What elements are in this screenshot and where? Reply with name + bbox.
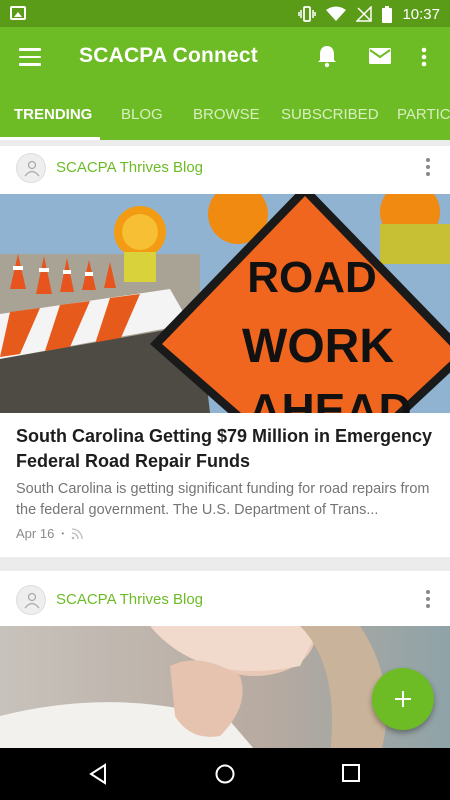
post-source[interactable]: SCACPA Thrives Blog [56, 159, 203, 176]
avatar[interactable] [16, 153, 46, 183]
post-image[interactable]: ROAD WORK AHEAD [0, 194, 450, 413]
post-header: SCACPA Thrives Blog [0, 146, 450, 194]
tab-trending[interactable]: TRENDING [14, 89, 92, 140]
wifi-icon [326, 6, 347, 21]
sign-text-road: ROAD [247, 253, 377, 302]
app-bar: SCACPA Connect [0, 27, 450, 89]
sign-text-ahead: AHEAD [248, 384, 412, 413]
bell-icon[interactable] [316, 44, 342, 70]
road-work-sign-image: ROAD WORK AHEAD [0, 194, 450, 413]
user-icon [24, 592, 40, 609]
image-icon [10, 6, 26, 20]
tab-subscribed[interactable]: SUBSCRIBED [281, 89, 379, 140]
add-post-button[interactable] [372, 668, 434, 730]
more-vert-icon[interactable] [426, 158, 430, 178]
meta-separator: • [61, 529, 65, 538]
back-icon[interactable] [87, 763, 111, 787]
post-card[interactable]: SCACPA Thrives Blog [0, 146, 450, 557]
no-signal-icon [356, 6, 373, 22]
app-title: SCACPA Connect [79, 44, 258, 67]
battery-icon [382, 5, 393, 23]
tab-browse[interactable]: BROWSE [193, 89, 260, 140]
tab-indicator [0, 137, 100, 140]
tab-blog[interactable]: BLOG [121, 89, 163, 140]
recents-icon[interactable] [341, 763, 365, 787]
avatar[interactable] [16, 585, 46, 615]
post-header: SCACPA Thrives Blog [0, 578, 450, 626]
status-bar: 10:37 [0, 0, 450, 27]
clock: 10:37 [402, 5, 440, 23]
sign-text-work: WORK [242, 320, 394, 373]
more-vert-icon[interactable] [421, 47, 429, 73]
post-meta: Apr 16 • [16, 526, 83, 541]
user-icon [24, 160, 40, 177]
post-source[interactable]: SCACPA Thrives Blog [56, 591, 203, 608]
tab-participate[interactable]: PARTIC [397, 89, 450, 140]
post-headline[interactable]: South Carolina Getting $79 Million in Em… [16, 424, 436, 474]
post-excerpt: South Carolina is getting significant fu… [16, 481, 430, 518]
vibrate-icon [298, 6, 317, 22]
tab-bar: TRENDING BLOG BROWSE SUBSCRIBED PARTIC [0, 89, 450, 140]
rss-icon [71, 527, 83, 539]
menu-icon[interactable] [19, 48, 41, 66]
status-icons: 10:37 [298, 4, 440, 24]
system-nav-bar [0, 748, 450, 800]
more-vert-icon[interactable] [426, 590, 430, 610]
post-date: Apr 16 [16, 526, 55, 541]
home-icon[interactable] [214, 763, 238, 787]
mail-icon[interactable] [368, 46, 394, 72]
